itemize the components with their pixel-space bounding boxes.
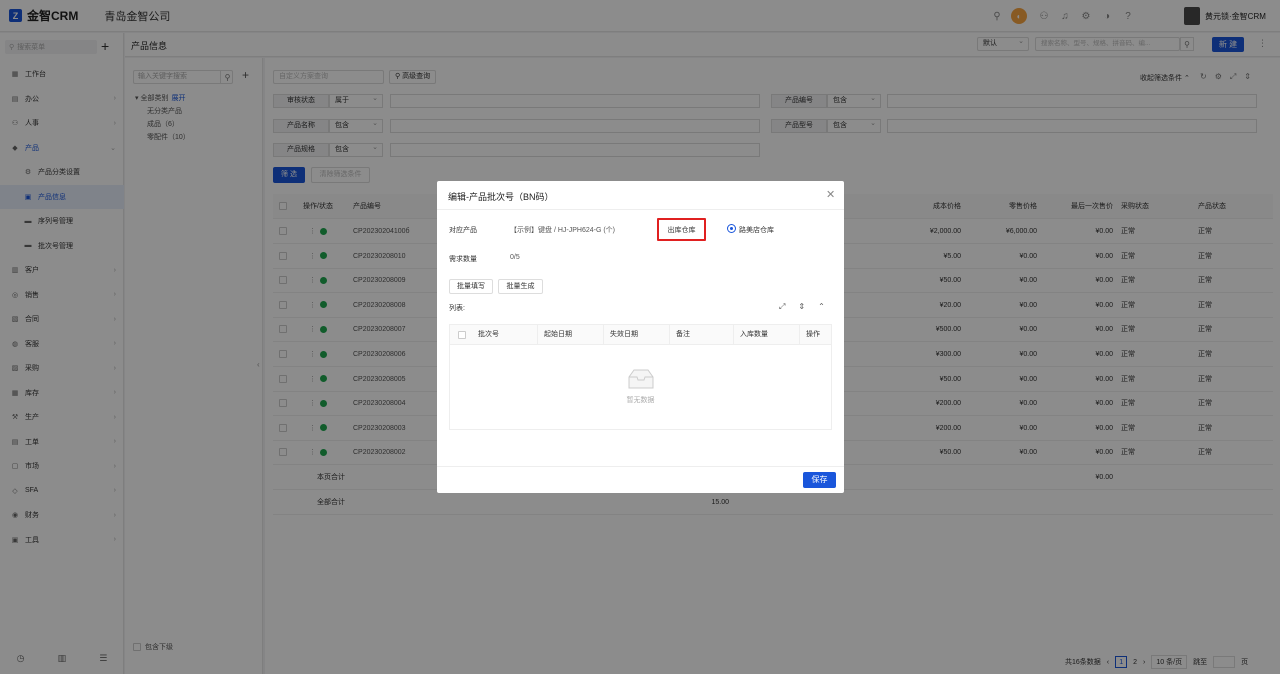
list-label: 列表:	[449, 305, 465, 312]
column-header: 入库数量	[734, 325, 800, 345]
qty-value: 0/5	[510, 254, 520, 261]
batch-fill-button[interactable]: 批量填写	[449, 279, 493, 294]
product-label: 对应产品	[449, 227, 477, 234]
column-header: 批次号	[472, 325, 538, 345]
empty-box-icon	[628, 369, 654, 389]
chevron-up-icon[interactable]: ⌃	[818, 302, 825, 312]
warehouse-radio[interactable]	[727, 224, 736, 233]
warehouse-label: 出库仓库	[657, 218, 706, 241]
save-button[interactable]: 保存	[803, 472, 836, 488]
select-all-checkbox[interactable]	[458, 331, 466, 339]
batch-table-header: 批次号 起始日期 失效日期 备注 入库数量 操作	[450, 325, 831, 345]
column-header: 失效日期	[604, 325, 670, 345]
batch-generate-button[interactable]: 批量生成	[498, 279, 543, 294]
column-header: 起始日期	[538, 325, 604, 345]
modal-title: 编辑-产品批次号（BN码）	[448, 192, 554, 202]
edit-batch-modal: 编辑-产品批次号（BN码） ✕ 对应产品 【示例】键盘 / HJ-JPH624-…	[437, 181, 844, 493]
warehouse-option[interactable]: 路美店仓库	[739, 225, 774, 235]
divider	[437, 466, 844, 467]
column-header: 操作	[806, 331, 820, 338]
empty-text: 暂无数据	[626, 397, 655, 404]
column-header: 备注	[670, 325, 734, 345]
close-icon[interactable]: ✕	[826, 188, 835, 201]
density-icon[interactable]: ⇕	[798, 302, 805, 312]
list-tools: ⤢ ⇕ ⌃	[779, 302, 825, 312]
product-value: 【示例】键盘 / HJ-JPH624-G (个)	[510, 227, 616, 234]
qty-label: 需求数量	[449, 256, 477, 263]
batch-table: 批次号 起始日期 失效日期 备注 入库数量 操作 暂无数据	[449, 324, 832, 430]
divider	[437, 209, 844, 210]
fullscreen-icon[interactable]: ⤢	[779, 302, 785, 312]
